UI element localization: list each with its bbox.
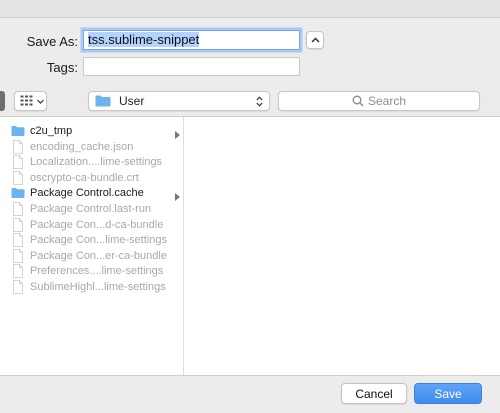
tags-label: Tags: — [46, 60, 78, 75]
document-icon — [13, 202, 23, 216]
file-name: oscrypto-ca-bundle.crt — [30, 171, 139, 184]
file-item[interactable]: oscrypto-ca-bundle.crt — [0, 170, 184, 186]
chevron-down-icon — [37, 99, 44, 104]
search-field[interactable]: Search — [278, 91, 480, 111]
location-popup[interactable]: User — [88, 91, 270, 111]
expand-dialog-button[interactable] — [306, 31, 324, 49]
file-item[interactable]: Package Con...lime-settings — [0, 232, 184, 248]
file-item[interactable]: Localization....lime-settings — [0, 154, 184, 170]
save-as-label: Save As: — [26, 34, 78, 49]
folder-icon — [11, 188, 25, 199]
file-item[interactable]: Package Con...er-ca-bundle — [0, 248, 184, 264]
document-icon — [13, 248, 23, 263]
folder-icon — [11, 126, 25, 136]
file-item[interactable]: SublimeHighl...lime-settings — [0, 279, 184, 295]
file-name: Package Con...lime-settings — [30, 234, 167, 247]
folder-item[interactable]: Package Control.cache — [0, 185, 184, 202]
search-icon — [352, 95, 364, 107]
document-icon — [13, 139, 23, 154]
document-icon — [13, 170, 23, 185]
search-placeholder: Search — [367, 94, 407, 108]
dialog-title-bar — [0, 0, 500, 18]
document-icon — [13, 280, 23, 294]
document-icon — [13, 264, 23, 279]
folder-item[interactable]: c2u_tmp — [0, 123, 184, 139]
file-name: Package Control.cache — [30, 187, 144, 200]
file-item[interactable]: Preferences....lime-settings — [0, 263, 184, 279]
save-as-value: tss.sublime-snippet — [88, 32, 200, 47]
file-name: Package Con...er-ca-bundle — [30, 249, 167, 262]
file-name: SublimeHighl...lime-settings — [30, 281, 166, 293]
file-name: encoding_cache.json — [30, 140, 134, 153]
document-icon — [13, 217, 23, 232]
file-browser[interactable]: c2u_tmp encoding_cache.json Localization..… — [0, 116, 500, 376]
document-icon — [13, 233, 23, 248]
file-column[interactable]: c2u_tmp encoding_cache.json Localization..… — [0, 117, 184, 375]
chevron-up-icon — [310, 37, 320, 43]
sidebar-toggle-button[interactable] — [0, 91, 5, 111]
file-item[interactable]: Package Con...d-ca-bundle — [0, 217, 184, 233]
document-icon — [13, 155, 23, 170]
file-name: Package Con...d-ca-bundle — [30, 218, 164, 231]
file-item[interactable]: Package Control.last-run — [0, 201, 184, 217]
tags-field[interactable] — [83, 57, 300, 76]
file-name: Package Control.last-run — [30, 203, 152, 215]
column-view-icon — [20, 95, 33, 106]
view-mode-button[interactable] — [14, 91, 47, 111]
file-name: c2u_tmp — [30, 125, 73, 137]
location-label: User — [119, 94, 145, 108]
cancel-button[interactable]: Cancel — [341, 383, 407, 404]
up-down-chevrons-icon — [256, 96, 263, 107]
file-name: Localization....lime-settings — [30, 156, 163, 169]
folder-icon — [95, 95, 111, 107]
save-as-field[interactable]: tss.sublime-snippet — [83, 30, 300, 50]
empty-column — [185, 117, 500, 375]
file-name: Preferences....lime-settings — [30, 265, 164, 278]
file-item[interactable]: encoding_cache.json — [0, 139, 184, 155]
save-button[interactable]: Save — [414, 383, 482, 404]
